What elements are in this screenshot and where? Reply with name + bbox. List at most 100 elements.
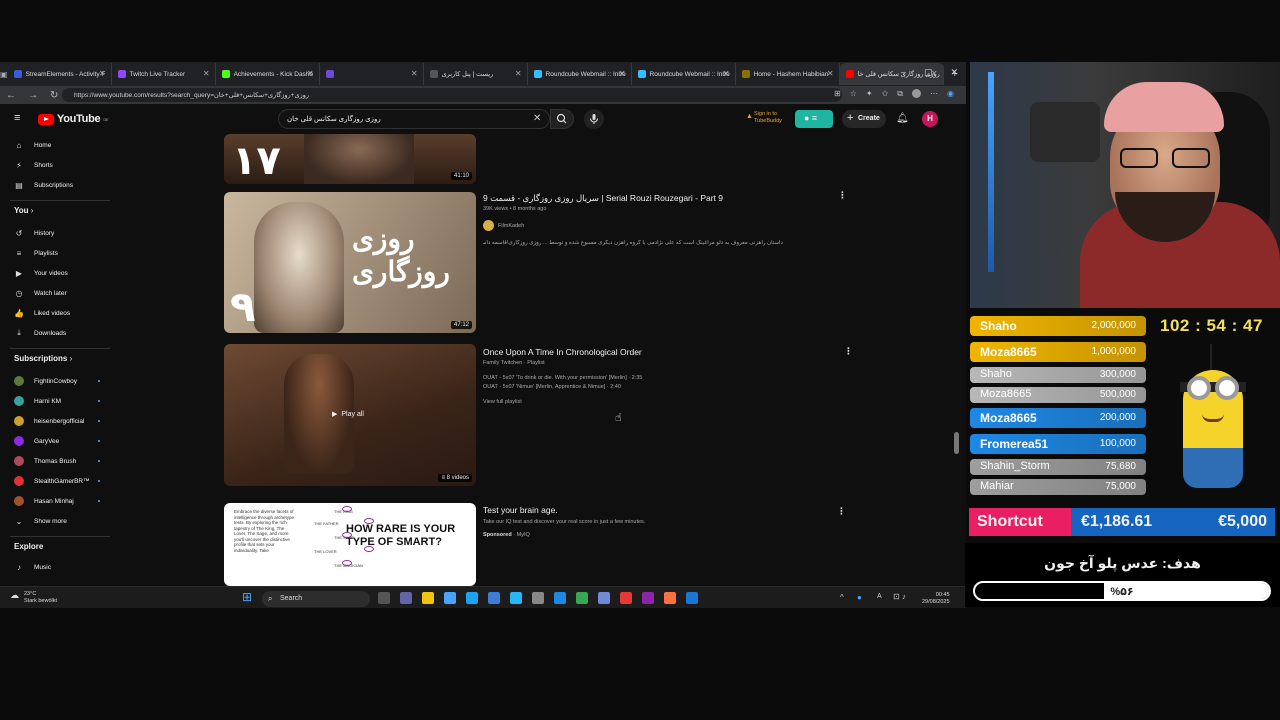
account-avatar[interactable]: H <box>922 111 938 127</box>
taskbar-app-icon[interactable] <box>378 592 390 604</box>
more-actions-icon[interactable]: ⋮ <box>838 190 847 201</box>
taskbar-app-icon[interactable] <box>598 592 610 604</box>
sidebar-subscription[interactable]: Hasan Minhaj <box>14 494 74 508</box>
tab-actions-icon[interactable]: ▣ <box>0 70 8 79</box>
sidebar-subscriptions-header[interactable]: Subscriptions › <box>14 354 72 363</box>
sidebar-item-shorts[interactable]: ⚡ Shorts <box>14 158 53 172</box>
taskbar-app-icon[interactable] <box>400 592 412 604</box>
sidebar-subscription[interactable]: Thomas Brush <box>14 454 76 468</box>
page-scrollbar[interactable] <box>952 134 962 586</box>
advertiser-name[interactable]: MyIQ <box>517 532 530 538</box>
address-bar[interactable]: https://www.youtube.com/results?search_q… <box>62 88 842 102</box>
hamburger-menu-icon[interactable]: ≡ <box>14 112 20 124</box>
tray-app-icon[interactable]: ● <box>857 593 862 602</box>
copilot-icon[interactable]: ◉ <box>947 89 954 99</box>
minimize-icon[interactable]: – <box>901 67 906 78</box>
sidebar-you-header[interactable]: You › <box>14 206 33 215</box>
close-tab-icon[interactable]: ✕ <box>307 69 314 78</box>
play-all-overlay[interactable]: ▶ Play all <box>332 410 364 419</box>
tubebuddy-signin[interactable]: ▲ Sign in to TubeBuddy <box>746 111 782 125</box>
channel-row[interactable]: FilmKadeh <box>483 220 524 231</box>
windows-start-icon[interactable]: ⊞ <box>242 590 252 604</box>
browser-tab[interactable]: Twitch Live Tracker ✕ <box>112 63 216 85</box>
close-tab-icon[interactable]: ✕ <box>203 69 210 78</box>
sidebar-subscription[interactable]: FightinCowboy <box>14 374 77 388</box>
sidebar-subscription[interactable]: Harni KM <box>14 394 61 408</box>
language-icon[interactable]: A <box>877 593 882 600</box>
taskbar-app-icon[interactable] <box>642 592 654 604</box>
browser-tab[interactable]: Achievements - Kick Dashb ✕ <box>216 63 320 85</box>
taskbar-app-icon[interactable] <box>510 592 522 604</box>
close-tab-icon[interactable]: ✕ <box>515 69 522 78</box>
notifications-bell-icon[interactable]: 🔔︎ <box>896 113 909 124</box>
close-tab-icon[interactable]: ✕ <box>99 69 106 78</box>
sidebar-item-home[interactable]: ⌂ Home <box>14 138 52 152</box>
playlist-item-2[interactable]: OUAT - 5x07 'Nimue' [Merlin, Apprentice … <box>483 384 621 390</box>
reload-icon[interactable]: ↻ <box>50 90 58 101</box>
ad-title[interactable]: Test your brain age. <box>483 505 558 515</box>
taskbar-app-icon[interactable] <box>532 592 544 604</box>
sidebar-item-history[interactable]: ↺ History <box>14 226 55 240</box>
sidebar-item-subscriptions[interactable]: ▤ Subscriptions <box>14 178 73 192</box>
view-full-playlist-link[interactable]: View full playlist <box>483 399 522 405</box>
sidebar-subscription[interactable]: StealthGamerBR™ <box>14 474 90 488</box>
sidebar-show-more[interactable]: ⌄ Show more <box>14 514 67 528</box>
weather-widget[interactable]: ☁ 23°C Stark bewölkt <box>10 591 57 605</box>
sidebar-item-liked-videos[interactable]: 👍 Liked videos <box>14 306 70 320</box>
sidebar-item-your-videos[interactable]: ▶ Your videos <box>14 266 68 280</box>
scrollbar-thumb[interactable] <box>954 432 959 454</box>
playlist-title[interactable]: Once Upon A Time In Chronological Order <box>483 347 642 357</box>
sidebar-item-music[interactable]: ♪ Music <box>14 560 51 574</box>
playlist-item-1[interactable]: OUAT - 5x07 'To drink or die. With your … <box>483 375 642 381</box>
browser-tab[interactable]: StreamElements - Activity F ✕ <box>8 63 112 85</box>
close-tab-icon[interactable]: ✕ <box>411 69 418 78</box>
voice-search-button[interactable] <box>584 109 604 129</box>
install-icon[interactable]: ⊞ <box>834 89 841 99</box>
clear-search-icon[interactable]: ✕ <box>533 113 541 124</box>
bookmark-star-icon[interactable]: ☆ <box>850 89 857 99</box>
playlist-thumbnail[interactable]: ▶ Play all ≡ 8 videos <box>224 344 476 486</box>
browser-tab[interactable]: Home - Hashem Habibian ✕ <box>736 63 840 85</box>
browser-tab[interactable]: Roundcube Webmail :: Inbo ✕ <box>528 63 632 85</box>
create-button[interactable]: + Create <box>842 110 886 128</box>
profile-icon[interactable] <box>912 89 922 98</box>
menu-dots-icon[interactable]: ⋯ <box>930 89 938 99</box>
browser-tab[interactable]: Roundcube Webmail :: Inbo ✕ <box>632 63 736 85</box>
back-icon[interactable]: ← <box>6 90 16 101</box>
tray-chevron-icon[interactable]: ^ <box>840 593 844 602</box>
sidebar-item-watch-later[interactable]: ◷ Watch later <box>14 286 67 300</box>
playlist-channel[interactable]: Family Twitchen · Playlist <box>483 360 545 366</box>
favorites-icon[interactable]: ✩ <box>882 89 889 99</box>
sidebar-subscription[interactable]: GaryVee <box>14 434 59 448</box>
maximize-icon[interactable]: ▢ <box>924 67 933 78</box>
youtube-logo[interactable]: YouTube DE <box>38 113 109 125</box>
taskbar-app-icon[interactable] <box>554 592 566 604</box>
close-tab-icon[interactable]: ✕ <box>723 69 730 78</box>
browser-tab[interactable]: ✕ <box>320 63 424 85</box>
taskbar-app-icon[interactable] <box>422 592 434 604</box>
search-box[interactable]: روزی روزگاری سکانس قلی خان ✕ <box>278 109 550 129</box>
more-actions-icon[interactable]: ⋮ <box>837 506 846 517</box>
forward-icon[interactable]: → <box>28 90 38 101</box>
taskbar-app-icon[interactable] <box>576 592 588 604</box>
close-tab-icon[interactable]: ✕ <box>827 69 834 78</box>
result-thumbnail-partial[interactable]: ۱۷ 41:10 <box>224 134 476 184</box>
close-window-icon[interactable]: ✕ <box>950 67 958 78</box>
more-actions-icon[interactable]: ⋮ <box>844 346 853 357</box>
ad-thumbnail[interactable]: Embrace the diverse facets of intelligen… <box>224 503 476 586</box>
search-button[interactable] <box>550 109 574 129</box>
network-volume-icon[interactable]: ⊡ ♪ <box>893 592 906 601</box>
extensions-icon[interactable]: ✦ <box>866 89 873 99</box>
taskbar-app-icon[interactable] <box>444 592 456 604</box>
taskbar-app-icon[interactable] <box>664 592 676 604</box>
sidebar-item-playlists[interactable]: ≡ Playlists <box>14 246 58 260</box>
collections-icon[interactable]: ⧉ <box>897 89 903 99</box>
taskbar-app-icon[interactable] <box>620 592 632 604</box>
taskbar-clock[interactable]: 00:45 29/08/2025 <box>922 592 950 606</box>
sidebar-subscription[interactable]: heisenbergofficial <box>14 414 84 428</box>
taskbar-app-icon[interactable] <box>466 592 478 604</box>
close-tab-icon[interactable]: ✕ <box>619 69 626 78</box>
browser-tab[interactable]: ریست | پنل کاربری ✕ <box>424 63 528 85</box>
result-thumbnail[interactable]: روزی روزگاری ۹ 47:12 <box>224 192 476 333</box>
tubebuddy-button[interactable]: ● ≡ <box>795 110 833 128</box>
